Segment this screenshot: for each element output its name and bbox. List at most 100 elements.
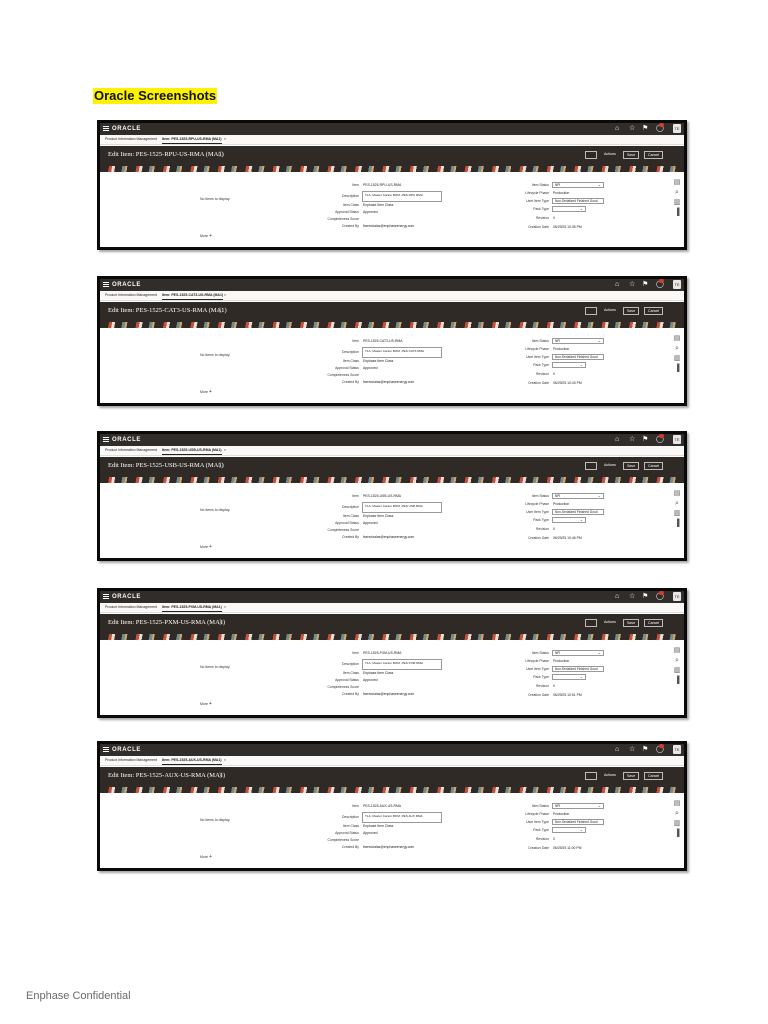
tab-edit-item[interactable]: Item: PES-1525-AUX-US-RMA (MA1)	[162, 757, 222, 765]
close-icon[interactable]: ×	[224, 604, 226, 611]
home-icon[interactable]: ⌂	[615, 746, 619, 754]
cancel-button[interactable]: Cancel	[644, 462, 664, 470]
help-icon[interactable]: ⓘ	[218, 308, 223, 316]
tab-edit-item[interactable]: Item: PES-1525-RPU-US-RMA (MA1)	[162, 136, 222, 144]
home-icon[interactable]: ⌂	[615, 281, 619, 289]
help-icon[interactable]: ⓘ	[218, 152, 223, 160]
panel-icon[interactable]: ▤	[673, 334, 681, 344]
chart-icon[interactable]: ▐	[673, 676, 681, 686]
description-field[interactable]: TLA, Master Carton BOM, PES AUX RMA	[362, 812, 442, 823]
description-field[interactable]: TLA, Master Carton BOM, PES RPU RMA	[362, 191, 442, 202]
tab-edit-item[interactable]: Item: PES-1525-PXM-US-RMA (MA1)	[162, 604, 222, 612]
user-item-type-select[interactable]: Non-Serialized Finished Good	[552, 666, 604, 672]
item-status-select[interactable]: NPI ⌄	[552, 650, 604, 656]
view-toggle-icon[interactable]	[585, 772, 597, 780]
item-status-select[interactable]: NPI ⌄	[552, 493, 604, 499]
menu-icon[interactable]	[103, 747, 109, 752]
search-icon[interactable]: ⌕	[673, 809, 681, 819]
search-icon[interactable]: ⌕	[673, 656, 681, 666]
view-toggle-icon[interactable]	[585, 307, 597, 315]
chart-icon[interactable]: ▐	[673, 829, 681, 839]
help-icon[interactable]: ⓘ	[218, 773, 223, 781]
tab-edit-item[interactable]: Item: PES-1525-CAT3-US-RMA (MA1)	[162, 292, 224, 300]
panel-icon[interactable]: ▤	[673, 178, 681, 188]
tab-product-information-management[interactable]: Product Information Management	[105, 604, 157, 611]
view-toggle-icon[interactable]	[585, 619, 597, 627]
pack-type-select[interactable]: ⌄	[552, 674, 586, 680]
flag-icon[interactable]: ⚑	[642, 436, 648, 444]
chart-icon[interactable]: ▐	[673, 364, 681, 374]
flag-icon[interactable]: ⚑	[642, 593, 648, 601]
actions-button[interactable]: Actions	[601, 151, 619, 159]
home-icon[interactable]: ⌂	[615, 593, 619, 601]
save-button[interactable]: Save	[623, 462, 640, 470]
pack-type-select[interactable]: ⌄	[552, 827, 586, 833]
tab-product-information-management[interactable]: Product Information Management	[105, 136, 157, 143]
tab-product-information-management[interactable]: Product Information Management	[105, 292, 157, 299]
user-item-type-select[interactable]: Non-Serialized Finished Good	[552, 819, 604, 825]
menu-icon[interactable]	[103, 594, 109, 599]
home-icon[interactable]: ⌂	[615, 436, 619, 444]
view-toggle-icon[interactable]	[585, 151, 597, 159]
item-status-select[interactable]: NPI ⌄	[552, 182, 604, 188]
panel-icon[interactable]: ▤	[673, 799, 681, 809]
star-icon[interactable]: ☆	[629, 281, 635, 289]
search-icon[interactable]: ⌕	[673, 344, 681, 354]
tab-edit-item[interactable]: Item: PES-1525-USB-US-RMA (MA1)	[162, 447, 222, 455]
user-item-type-select[interactable]: Non-Serialized Finished Good	[552, 354, 604, 360]
avatar[interactable]: TE	[673, 592, 681, 601]
flag-icon[interactable]: ⚑	[642, 125, 648, 133]
clipboard-icon[interactable]: ▥	[673, 509, 681, 519]
save-button[interactable]: Save	[623, 772, 640, 780]
description-field[interactable]: TLA, Master Carton BOM, PES CAT3 RMA	[362, 347, 442, 358]
more-link[interactable]: More+	[200, 389, 212, 395]
star-icon[interactable]: ☆	[629, 436, 635, 444]
help-icon[interactable]: ⓘ	[218, 620, 223, 628]
search-icon[interactable]: ⌕	[673, 499, 681, 509]
pack-type-select[interactable]: ⌄	[552, 517, 586, 523]
avatar[interactable]: TE	[673, 745, 681, 754]
more-link[interactable]: More+	[200, 544, 212, 550]
item-status-select[interactable]: NPI ⌄	[552, 803, 604, 809]
avatar[interactable]: TE	[673, 124, 681, 133]
clipboard-icon[interactable]: ▥	[673, 354, 681, 364]
save-button[interactable]: Save	[623, 307, 640, 315]
cancel-button[interactable]: Cancel	[644, 307, 664, 315]
user-item-type-select[interactable]: Non-Serialized Finished Good	[552, 198, 604, 204]
save-button[interactable]: Save	[623, 619, 640, 627]
flag-icon[interactable]: ⚑	[642, 746, 648, 754]
home-icon[interactable]: ⌂	[615, 125, 619, 133]
more-link[interactable]: More+	[200, 233, 212, 239]
menu-icon[interactable]	[103, 437, 109, 442]
clipboard-icon[interactable]: ▥	[673, 819, 681, 829]
actions-button[interactable]: Actions	[601, 772, 619, 780]
close-icon[interactable]: ×	[224, 757, 226, 764]
flag-icon[interactable]: ⚑	[642, 281, 648, 289]
star-icon[interactable]: ☆	[629, 125, 635, 133]
clipboard-icon[interactable]: ▥	[673, 666, 681, 676]
actions-button[interactable]: Actions	[601, 619, 619, 627]
chart-icon[interactable]: ▐	[673, 519, 681, 529]
tab-product-information-management[interactable]: Product Information Management	[105, 757, 157, 764]
more-link[interactable]: More+	[200, 701, 212, 707]
avatar[interactable]: TE	[673, 280, 681, 289]
actions-button[interactable]: Actions	[601, 462, 619, 470]
avatar[interactable]: TE	[673, 435, 681, 444]
pack-type-select[interactable]: ⌄	[552, 206, 586, 212]
view-toggle-icon[interactable]	[585, 462, 597, 470]
menu-icon[interactable]	[103, 126, 109, 131]
menu-icon[interactable]	[103, 282, 109, 287]
more-link[interactable]: More+	[200, 854, 212, 860]
help-icon[interactable]: ⓘ	[218, 463, 223, 471]
description-field[interactable]: TLA, Master Carton BOM, PES USB RMA	[362, 502, 442, 513]
close-icon[interactable]: ×	[224, 136, 226, 143]
description-field[interactable]: TLA, Master Carton BOM, PES PXM RMA	[362, 659, 442, 670]
user-item-type-select[interactable]: Non-Serialized Finished Good	[552, 509, 604, 515]
tab-product-information-management[interactable]: Product Information Management	[105, 447, 157, 454]
cancel-button[interactable]: Cancel	[644, 619, 664, 627]
panel-icon[interactable]: ▤	[673, 489, 681, 499]
panel-icon[interactable]: ▤	[673, 646, 681, 656]
star-icon[interactable]: ☆	[629, 593, 635, 601]
actions-button[interactable]: Actions	[601, 307, 619, 315]
pack-type-select[interactable]: ⌄	[552, 362, 586, 368]
